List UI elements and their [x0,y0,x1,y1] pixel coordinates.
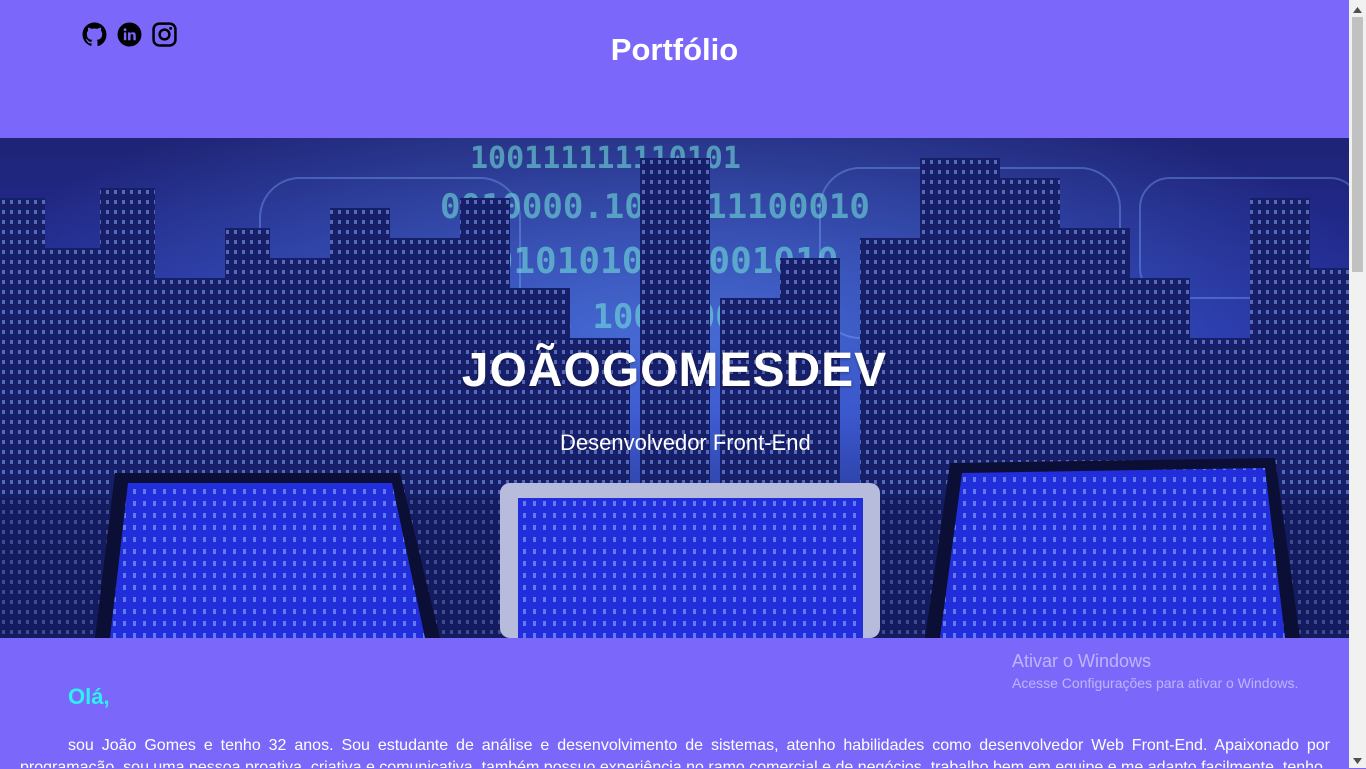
arrow-up-icon [1353,0,1362,18]
page: Portfólio 100111111110101 JOÃOGOMESDEV D… [0,0,1349,768]
page-title: Portfólio [610,32,739,67]
header: Portfólio [0,0,1349,138]
watermark-title: Ativar o Windows [1012,651,1152,671]
watermark-subtitle: Acesse Configurações para ativar o Windo… [1012,675,1299,691]
scrollbar-thumb[interactable] [1352,17,1363,272]
hero-name: JOÃOGOMESDEV [461,344,888,397]
greeting-heading: Olá, [68,684,110,709]
scroll-up-button[interactable] [1349,0,1366,17]
scroll-down-button[interactable] [1349,751,1366,768]
hero-role: Desenvolvedor Front-End [560,430,811,455]
arrow-down-icon [1353,751,1362,769]
about-paragraph: sou João Gomes e tenho 32 anos. Sou estu… [20,737,1330,768]
vertical-scrollbar[interactable] [1349,0,1366,768]
hero-banner: 100111111110101 0010000.10.1111100010 10… [0,138,1349,638]
windows-activation-watermark: Ativar o Windows Acesse Configurações pa… [1012,651,1298,691]
